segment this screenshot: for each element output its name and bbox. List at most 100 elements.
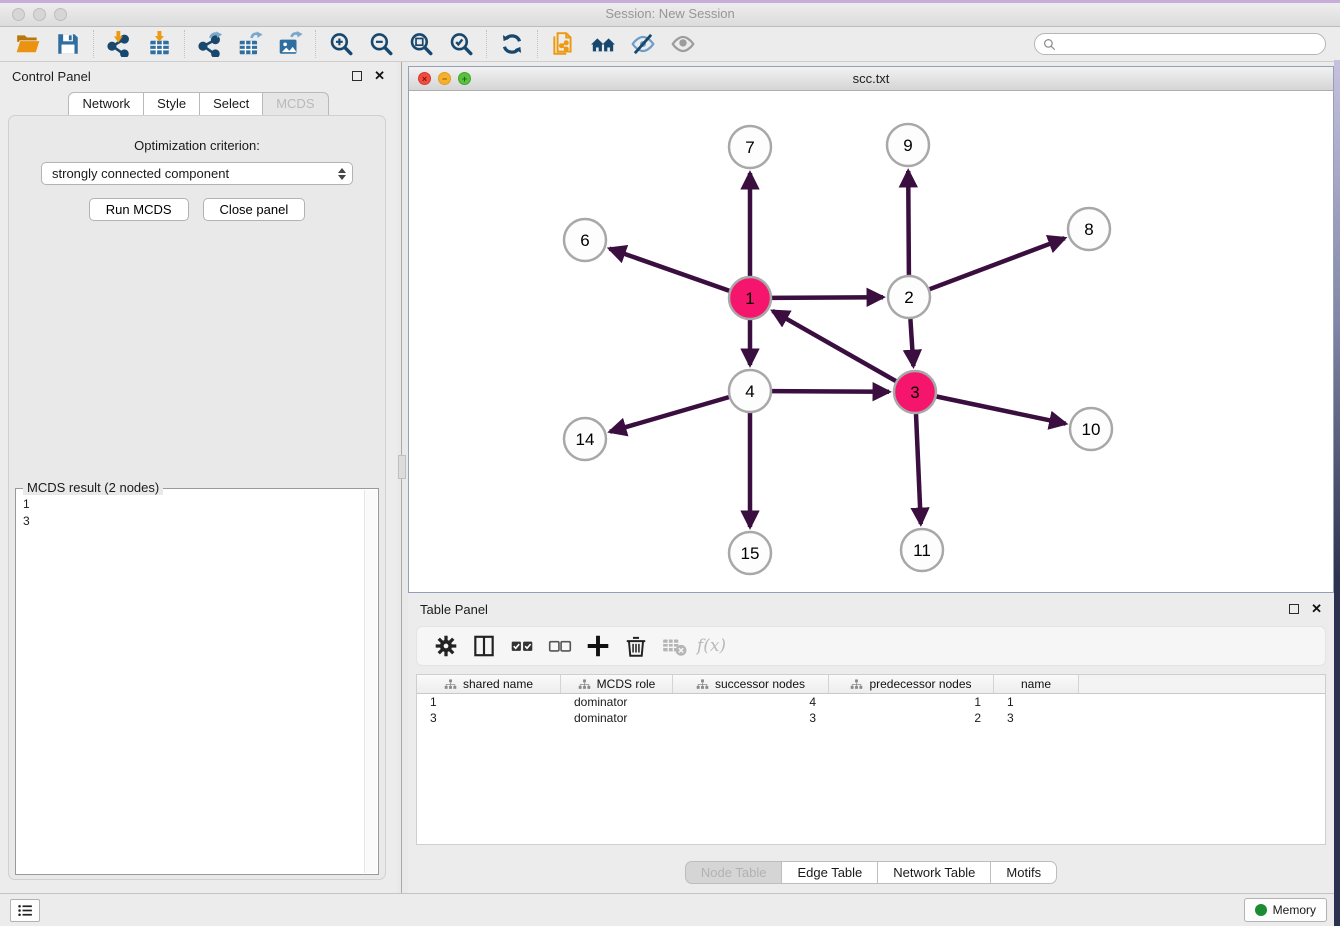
toolbar-separator [486,30,487,58]
column-header-name[interactable]: name [994,675,1079,693]
tab-network-table[interactable]: Network Table [877,861,990,884]
tab-network[interactable]: Network [68,92,143,115]
vertical-splitter[interactable] [397,62,408,893]
table-tabs: Node Table Edge Table Network Table Moti… [408,861,1334,884]
export-network-icon[interactable] [190,29,230,59]
tab-node-table[interactable]: Node Table [685,861,782,884]
refresh-view-icon[interactable] [492,29,532,59]
dropdown-stepper-icon [338,168,346,180]
table-cell: 2 [829,711,994,725]
graph-edge-2-9[interactable] [908,171,909,275]
hide-selected-icon[interactable] [623,29,663,59]
float-table-panel-icon[interactable] [1289,604,1299,614]
graph-node-7[interactable]: 7 [729,126,771,168]
save-session-icon[interactable] [48,29,88,59]
graph-node-8[interactable]: 8 [1068,208,1110,250]
mcds-result-line: 1 [23,496,378,513]
table-options-icon[interactable] [430,631,461,661]
node-table[interactable]: shared name MCDS role successor nodes pr… [416,674,1326,845]
show-all-icon[interactable] [663,29,703,59]
svg-text:10: 10 [1082,420,1101,439]
tab-select[interactable]: Select [199,92,262,115]
export-table-icon[interactable] [230,29,270,59]
toolbar-separator [315,30,316,58]
graph-node-3[interactable]: 3 [894,371,936,413]
first-neighbors-icon[interactable] [583,29,623,59]
svg-text:8: 8 [1084,220,1093,239]
table-cell: 1 [417,695,561,709]
network-window-titlebar[interactable]: scc.txt × − + [409,67,1333,91]
export-image-icon[interactable] [270,29,310,59]
close-panel-icon[interactable]: ✕ [374,68,385,84]
open-session-icon[interactable] [8,29,48,59]
add-column-icon[interactable] [582,631,613,661]
table-row[interactable]: 1 dominator 4 1 1 [417,694,1325,710]
graph-node-2[interactable]: 2 [888,276,930,318]
list-icon [17,903,34,918]
table-row[interactable]: 3 dominator 3 2 3 [417,710,1325,726]
search-field[interactable] [1034,33,1326,55]
toolbar-separator [537,30,538,58]
tab-mcds[interactable]: MCDS [262,92,328,115]
zoom-selected-icon[interactable] [441,29,481,59]
close-panel-button[interactable]: Close panel [203,198,306,221]
column-header-mcds-role[interactable]: MCDS role [561,675,673,693]
graph-node-9[interactable]: 9 [887,124,929,166]
graph-node-15[interactable]: 15 [729,532,771,574]
delete-column-icon[interactable] [620,631,651,661]
graph-edge-1-6[interactable] [610,249,730,291]
result-scrollbar[interactable] [364,490,377,873]
graph-edge-3-1[interactable] [773,311,896,381]
mcds-result-list[interactable]: 1 3 [16,489,378,530]
run-mcds-button[interactable]: Run MCDS [89,198,189,221]
splitter-grip[interactable] [398,455,406,479]
network-graph-canvas[interactable]: 1 2 3 4 6 7 8 9 10 11 14 15 [409,91,1333,592]
column-header-shared-name[interactable]: shared name [417,675,561,693]
maximize-network-icon[interactable]: + [458,72,471,85]
deselect-all-icon[interactable] [544,631,575,661]
memory-button[interactable]: Memory [1244,898,1327,922]
graph-node-1[interactable]: 1 [729,277,771,319]
close-network-icon[interactable]: × [418,72,431,85]
tab-motifs[interactable]: Motifs [990,861,1057,884]
graph-node-14[interactable]: 14 [564,418,606,460]
graph-edge-3-10[interactable] [937,397,1066,424]
graph-edge-1-2[interactable] [772,297,883,298]
graph-edge-4-14[interactable] [610,397,729,432]
graph-edge-4-3[interactable] [772,391,889,392]
table-cell: dominator [561,695,673,709]
column-tree-icon [850,679,863,690]
minimize-network-icon[interactable]: − [438,72,451,85]
graph-node-10[interactable]: 10 [1070,408,1112,450]
zoom-out-icon[interactable] [361,29,401,59]
zoom-fit-icon[interactable] [401,29,441,59]
network-view-window: scc.txt × − + 1 2 3 4 6 7 8 9 10 11 14 15 [408,66,1334,593]
svg-text:3: 3 [910,383,919,402]
clone-network-icon[interactable] [543,29,583,59]
window-titlebar: Session: New Session [0,0,1340,27]
select-all-icon[interactable] [506,631,537,661]
column-visibility-icon[interactable] [468,631,499,661]
import-network-icon[interactable] [99,29,139,59]
search-input[interactable] [1061,37,1317,51]
column-header-predecessor-nodes[interactable]: predecessor nodes [829,675,994,693]
graph-edge-2-3[interactable] [910,319,913,366]
function-builder-icon[interactable]: f(x) [696,631,727,661]
delete-table-icon[interactable] [658,631,689,661]
zoom-in-icon[interactable] [321,29,361,59]
column-header-successor-nodes[interactable]: successor nodes [673,675,829,693]
graph-node-4[interactable]: 4 [729,370,771,412]
import-table-icon[interactable] [139,29,179,59]
criterion-dropdown[interactable]: strongly connected component [41,162,353,185]
graph-edge-2-8[interactable] [930,238,1065,289]
float-panel-icon[interactable] [352,71,362,81]
graph-edge-3-11[interactable] [916,414,921,524]
tab-style[interactable]: Style [143,92,199,115]
table-cell: 3 [673,711,829,725]
task-history-button[interactable] [10,899,40,922]
tab-edge-table[interactable]: Edge Table [781,861,877,884]
close-table-panel-icon[interactable]: ✕ [1311,601,1322,617]
column-tree-icon [578,679,591,690]
graph-node-11[interactable]: 11 [901,529,943,571]
graph-node-6[interactable]: 6 [564,219,606,261]
